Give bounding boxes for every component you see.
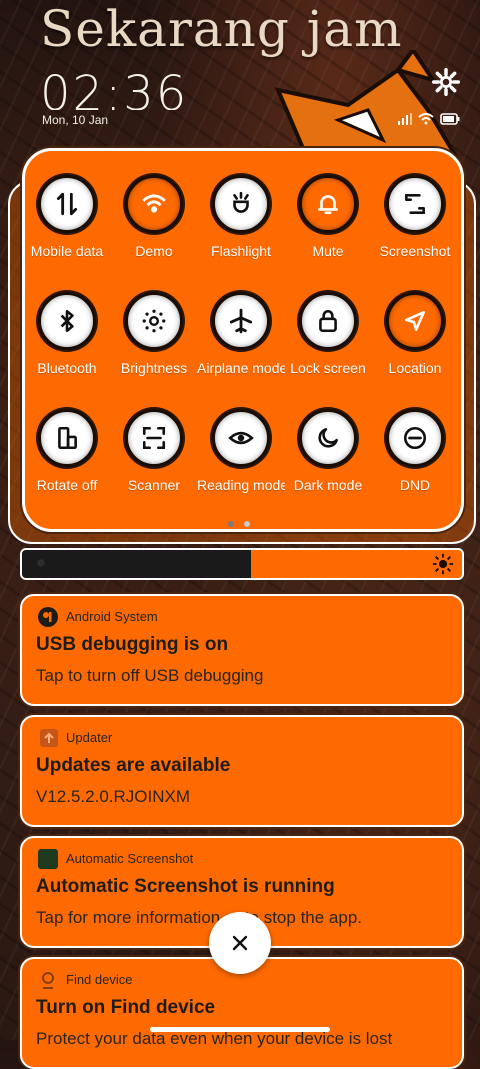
tile-screenshot[interactable]: Screenshot <box>371 175 459 259</box>
tile-bluetooth[interactable]: Bluetooth <box>23 292 111 376</box>
notification-title: Updates are available <box>36 755 231 776</box>
notification-body: Protect your data even when your device … <box>36 1029 393 1048</box>
notification-title: USB debugging is on <box>36 634 229 655</box>
tile-airplane-mode[interactable]: Airplane mode <box>197 292 285 376</box>
notification-app-name: Updater <box>66 730 113 745</box>
airplane-icon <box>212 292 270 350</box>
scanner-icon <box>125 409 183 467</box>
notification-body: Tap to turn off USB debugging <box>36 666 264 685</box>
page-dot <box>244 521 250 527</box>
lock-icon <box>299 292 357 350</box>
notification-app-name: Automatic Screenshot <box>66 851 194 866</box>
rotate-icon <box>38 409 96 467</box>
tile-mute[interactable]: Mute <box>284 175 372 259</box>
notification-title: Automatic Screenshot is running <box>36 876 335 897</box>
page-indicator <box>228 521 250 527</box>
tile-flashlight[interactable]: Flashlight <box>197 175 285 259</box>
brightness-icon <box>125 292 183 350</box>
bell-icon <box>299 175 357 233</box>
tile-label: Lock screen <box>290 360 366 376</box>
eye-icon <box>212 409 270 467</box>
tile-scanner[interactable]: Scanner <box>110 409 198 493</box>
tile-label: Demo <box>135 243 173 259</box>
greeting-heading: Sekarang jam <box>40 0 403 58</box>
moon-icon <box>299 409 357 467</box>
tile-label: Flashlight <box>211 243 271 259</box>
clock-time: 02:36 <box>40 66 189 110</box>
clear-notifications-button[interactable] <box>209 912 271 974</box>
location-icon <box>386 292 444 350</box>
updater-icon <box>40 729 58 747</box>
notification-card[interactable]: Android System USB debugging is on Tap t… <box>20 594 464 706</box>
tile-label: Dark mode <box>293 477 363 493</box>
status-icons <box>398 113 460 125</box>
mobile-data-icon <box>38 175 96 233</box>
tile-label: Airplane mode <box>197 360 285 376</box>
notification-title: Turn on Find device <box>36 997 216 1018</box>
android-system-icon <box>38 607 58 627</box>
tile-dark-mode[interactable]: Dark mode <box>284 409 372 493</box>
tile-demo[interactable]: Demo <box>110 175 198 259</box>
notification-app-name: Find device <box>66 972 133 987</box>
wifi-status-icon <box>418 113 434 125</box>
tile-lock-screen[interactable]: Lock screen <box>284 292 372 376</box>
tile-rotate-off[interactable]: Rotate off <box>23 409 111 493</box>
tile-mobile-data[interactable]: Mobile data <box>23 175 111 259</box>
find-device-icon <box>38 970 58 990</box>
tile-label: Mobile data <box>30 243 104 259</box>
dnd-icon <box>386 409 444 467</box>
bluetooth-icon <box>38 292 96 350</box>
page-dot-active <box>228 521 234 527</box>
tile-label: Rotate off <box>36 477 98 493</box>
tile-label: Bluetooth <box>37 360 97 376</box>
tile-location[interactable]: Location <box>371 292 459 376</box>
close-icon <box>232 935 248 951</box>
tile-brightness[interactable]: Brightness <box>110 292 198 376</box>
quick-settings-panel: Mobile data Demo Flashlight Mute Screens… <box>22 148 464 532</box>
tile-dnd[interactable]: DND <box>371 409 459 493</box>
home-indicator[interactable] <box>150 1027 330 1032</box>
flashlight-icon <box>212 175 270 233</box>
screenshot-icon <box>386 175 444 233</box>
fox-wallpaper-art <box>274 50 458 160</box>
tile-label: Screenshot <box>379 243 451 259</box>
tile-reading-mode[interactable]: Reading mode <box>197 409 285 493</box>
brightness-slider-fill <box>22 550 251 578</box>
tile-label: Reading mode <box>197 477 285 493</box>
tile-label: DND <box>399 477 431 493</box>
notification-body: V12.5.2.0.RJOINXM <box>36 787 191 806</box>
brightness-low-icon <box>37 559 45 567</box>
notification-app-name: Android System <box>66 609 158 624</box>
brightness-high-icon <box>432 553 454 575</box>
gear-icon[interactable] <box>432 68 460 96</box>
battery-icon <box>440 113 460 125</box>
clock-date: Mon, 10 Jan <box>42 113 109 127</box>
tile-label: Location <box>388 360 442 376</box>
auto-screenshot-icon <box>38 849 58 869</box>
tile-label: Scanner <box>127 477 181 493</box>
signal-icon <box>398 113 412 125</box>
tile-label: Mute <box>312 243 344 259</box>
brightness-slider[interactable] <box>20 548 464 580</box>
notification-card[interactable]: Updater Updates are available V12.5.2.0.… <box>20 715 464 827</box>
tile-label: Brightness <box>120 360 188 376</box>
wifi-icon <box>125 175 183 233</box>
